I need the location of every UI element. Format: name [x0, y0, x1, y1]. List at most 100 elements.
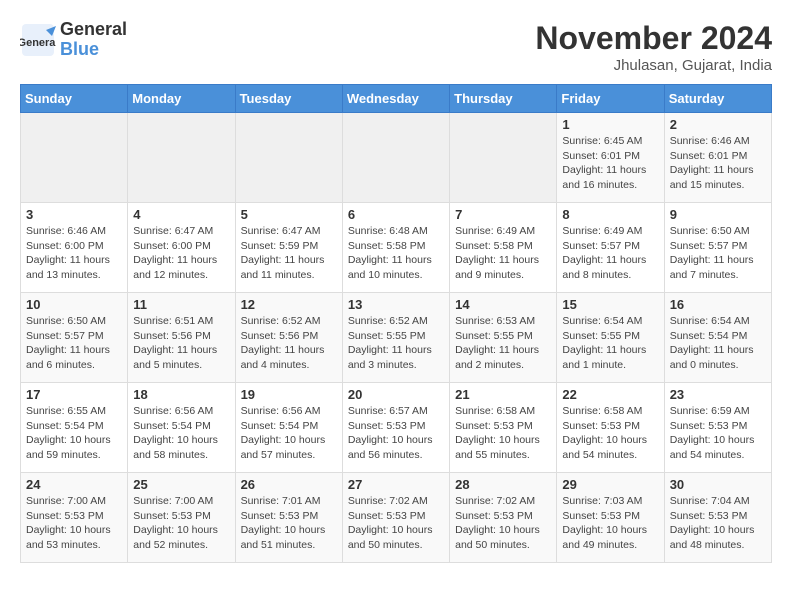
day-number: 10: [26, 297, 122, 312]
day-info: Sunrise: 6:56 AMSunset: 5:54 PMDaylight:…: [133, 404, 229, 463]
calendar-cell: 5 Sunrise: 6:47 AMSunset: 5:59 PMDaylight…: [235, 203, 342, 293]
day-number: 16: [670, 297, 766, 312]
calendar-cell: 13 Sunrise: 6:52 AMSunset: 5:55 PMDayligh…: [342, 293, 449, 383]
day-info: Sunrise: 6:45 AMSunset: 6:01 PMDaylight:…: [562, 134, 658, 193]
day-info: Sunrise: 6:51 AMSunset: 5:56 PMDaylight:…: [133, 314, 229, 373]
day-info: Sunrise: 6:47 AMSunset: 5:59 PMDaylight:…: [241, 224, 337, 283]
calendar-cell: 28 Sunrise: 7:02 AMSunset: 5:53 PMDayligh…: [450, 473, 557, 563]
day-number: 23: [670, 387, 766, 402]
day-info: Sunrise: 6:50 AMSunset: 5:57 PMDaylight:…: [670, 224, 766, 283]
day-number: 12: [241, 297, 337, 312]
calendar-cell: [342, 113, 449, 203]
day-number: 1: [562, 117, 658, 132]
day-info: Sunrise: 6:56 AMSunset: 5:54 PMDaylight:…: [241, 404, 337, 463]
day-info: Sunrise: 6:55 AMSunset: 5:54 PMDaylight:…: [26, 404, 122, 463]
calendar-cell: 25Sunrise: 7:00 AMSunset: 5:53 PMDayligh…: [128, 473, 235, 563]
day-info: Sunrise: 7:03 AMSunset: 5:53 PMDaylight:…: [562, 494, 658, 553]
calendar-cell: [235, 113, 342, 203]
calendar-cell: 10 Sunrise: 6:50 AMSunset: 5:57 PMDayligh…: [21, 293, 128, 383]
day-number: 13: [348, 297, 444, 312]
calendar-cell: 21 Sunrise: 6:58 AMSunset: 5:53 PMDayligh…: [450, 383, 557, 473]
day-info: Sunrise: 6:53 AMSunset: 5:55 PMDaylight:…: [455, 314, 551, 373]
calendar-cell: 12 Sunrise: 6:52 AMSunset: 5:56 PMDayligh…: [235, 293, 342, 383]
calendar-cell: 16 Sunrise: 6:54 AMSunset: 5:54 PMDayligh…: [664, 293, 771, 383]
day-info: Sunrise: 7:01 AMSunset: 5:53 PMDaylight:…: [241, 494, 337, 553]
day-number: 26: [241, 477, 337, 492]
calendar-cell: 17Sunrise: 6:55 AMSunset: 5:54 PMDayligh…: [21, 383, 128, 473]
calendar-cell: 15 Sunrise: 6:54 AMSunset: 5:55 PMDayligh…: [557, 293, 664, 383]
calendar-cell: 3Sunrise: 6:46 AMSunset: 6:00 PMDaylight…: [21, 203, 128, 293]
calendar-cell: [21, 113, 128, 203]
calendar-cell: 9Sunrise: 6:50 AMSunset: 5:57 PMDaylight…: [664, 203, 771, 293]
day-number: 27: [348, 477, 444, 492]
logo: General General Blue: [20, 20, 127, 60]
calendar-cell: [128, 113, 235, 203]
weekday-header-saturday: Saturday: [664, 85, 771, 113]
day-info: Sunrise: 6:54 AMSunset: 5:54 PMDaylight:…: [670, 314, 766, 373]
weekday-header-thursday: Thursday: [450, 85, 557, 113]
calendar-cell: 2 Sunrise: 6:46 AMSunset: 6:01 PMDaylight…: [664, 113, 771, 203]
calendar-cell: 19 Sunrise: 6:56 AMSunset: 5:54 PMDayligh…: [235, 383, 342, 473]
logo-icon: General: [20, 22, 56, 58]
page-header: General General Blue November 2024 Jhula…: [20, 20, 772, 74]
day-info: Sunrise: 6:54 AMSunset: 5:55 PMDaylight:…: [562, 314, 658, 373]
calendar-cell: 22Sunrise: 6:58 AMSunset: 5:53 PMDayligh…: [557, 383, 664, 473]
calendar-cell: [450, 113, 557, 203]
day-number: 24: [26, 477, 122, 492]
weekday-header-friday: Friday: [557, 85, 664, 113]
day-number: 3: [26, 207, 122, 222]
day-info: Sunrise: 7:02 AMSunset: 5:53 PMDaylight:…: [348, 494, 444, 553]
day-number: 19: [241, 387, 337, 402]
day-number: 6: [348, 207, 444, 222]
weekday-header-wednesday: Wednesday: [342, 85, 449, 113]
month-title: November 2024: [535, 20, 772, 57]
calendar-body: 1 Sunrise: 6:45 AMSunset: 6:01 PMDaylight…: [21, 113, 772, 563]
day-info: Sunrise: 6:49 AMSunset: 5:58 PMDaylight:…: [455, 224, 551, 283]
day-number: 29: [562, 477, 658, 492]
day-info: Sunrise: 6:49 AMSunset: 5:57 PMDaylight:…: [562, 224, 658, 283]
day-number: 15: [562, 297, 658, 312]
calendar-cell: 29 Sunrise: 7:03 AMSunset: 5:53 PMDayligh…: [557, 473, 664, 563]
day-info: Sunrise: 6:58 AMSunset: 5:53 PMDaylight:…: [562, 404, 658, 463]
calendar-cell: 26 Sunrise: 7:01 AMSunset: 5:53 PMDayligh…: [235, 473, 342, 563]
day-number: 21: [455, 387, 551, 402]
calendar-cell: 30 Sunrise: 7:04 AMSunset: 5:53 PMDayligh…: [664, 473, 771, 563]
calendar-table: SundayMondayTuesdayWednesdayThursdayFrid…: [20, 84, 772, 563]
day-info: Sunrise: 7:04 AMSunset: 5:53 PMDaylight:…: [670, 494, 766, 553]
day-number: 28: [455, 477, 551, 492]
day-info: Sunrise: 6:48 AMSunset: 5:58 PMDaylight:…: [348, 224, 444, 283]
day-info: Sunrise: 6:50 AMSunset: 5:57 PMDaylight:…: [26, 314, 122, 373]
calendar-cell: 8Sunrise: 6:49 AMSunset: 5:57 PMDaylight…: [557, 203, 664, 293]
calendar-week-row: 10 Sunrise: 6:50 AMSunset: 5:57 PMDayligh…: [21, 293, 772, 383]
day-number: 18: [133, 387, 229, 402]
calendar-cell: 24Sunrise: 7:00 AMSunset: 5:53 PMDayligh…: [21, 473, 128, 563]
svg-text:General: General: [20, 37, 56, 49]
calendar-cell: 1 Sunrise: 6:45 AMSunset: 6:01 PMDaylight…: [557, 113, 664, 203]
calendar-week-row: 17Sunrise: 6:55 AMSunset: 5:54 PMDayligh…: [21, 383, 772, 473]
logo-text: General Blue: [60, 20, 127, 60]
calendar-cell: 6 Sunrise: 6:48 AMSunset: 5:58 PMDaylight…: [342, 203, 449, 293]
calendar-cell: 7 Sunrise: 6:49 AMSunset: 5:58 PMDaylight…: [450, 203, 557, 293]
day-number: 11: [133, 297, 229, 312]
day-number: 2: [670, 117, 766, 132]
calendar-cell: 20Sunrise: 6:57 AMSunset: 5:53 PMDayligh…: [342, 383, 449, 473]
day-info: Sunrise: 6:52 AMSunset: 5:55 PMDaylight:…: [348, 314, 444, 373]
calendar-cell: 18 Sunrise: 6:56 AMSunset: 5:54 PMDayligh…: [128, 383, 235, 473]
day-info: Sunrise: 6:58 AMSunset: 5:53 PMDaylight:…: [455, 404, 551, 463]
calendar-cell: 14Sunrise: 6:53 AMSunset: 5:55 PMDayligh…: [450, 293, 557, 383]
day-number: 5: [241, 207, 337, 222]
calendar-cell: 4Sunrise: 6:47 AMSunset: 6:00 PMDaylight…: [128, 203, 235, 293]
day-number: 30: [670, 477, 766, 492]
calendar-cell: 11 Sunrise: 6:51 AMSunset: 5:56 PMDayligh…: [128, 293, 235, 383]
location: Jhulasan, Gujarat, India: [535, 57, 772, 74]
title-block: November 2024 Jhulasan, Gujarat, India: [535, 20, 772, 74]
calendar-cell: 27 Sunrise: 7:02 AMSunset: 5:53 PMDayligh…: [342, 473, 449, 563]
day-number: 7: [455, 207, 551, 222]
calendar-week-row: 24Sunrise: 7:00 AMSunset: 5:53 PMDayligh…: [21, 473, 772, 563]
day-info: Sunrise: 6:46 AMSunset: 6:01 PMDaylight:…: [670, 134, 766, 193]
weekday-header-sunday: Sunday: [21, 85, 128, 113]
weekday-header-tuesday: Tuesday: [235, 85, 342, 113]
day-info: Sunrise: 7:02 AMSunset: 5:53 PMDaylight:…: [455, 494, 551, 553]
day-number: 20: [348, 387, 444, 402]
day-info: Sunrise: 6:52 AMSunset: 5:56 PMDaylight:…: [241, 314, 337, 373]
